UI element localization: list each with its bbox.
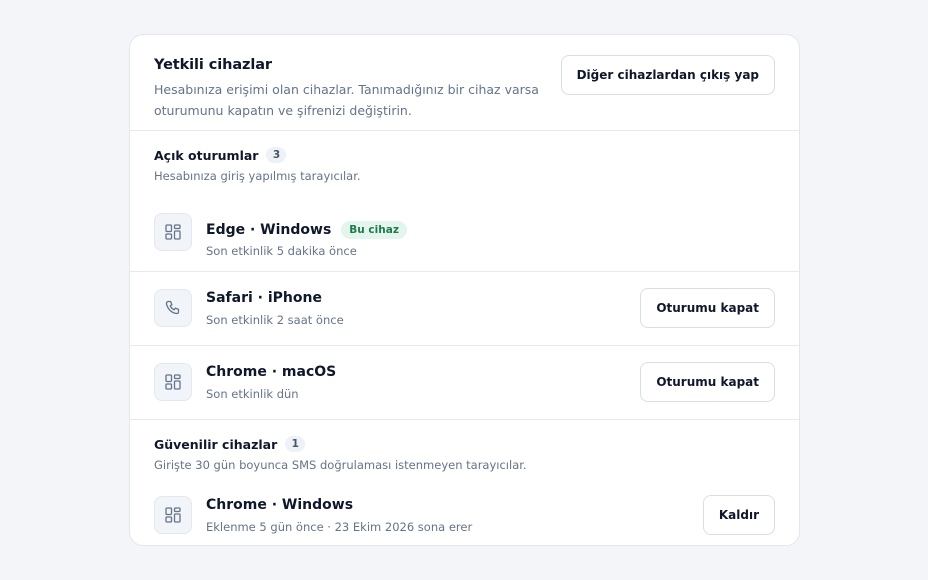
open-sessions-header: Açık oturumlar 3 Hesabınıza giriş yapılm… bbox=[130, 131, 799, 183]
remove-trusted-device-button[interactable]: Kaldır bbox=[702, 495, 775, 535]
trusted-devices-section: Güvenilir cihazlar 1 Girişte 30 gün boyu… bbox=[130, 419, 799, 545]
phone-icon bbox=[154, 289, 192, 327]
session-activity: Son etkinlik 5 dakika önce bbox=[206, 244, 357, 258]
grid-icon bbox=[154, 496, 192, 534]
trusted-devices-title: Güvenilir cihazlar bbox=[154, 436, 278, 452]
page-description: Hesabınıza erişimi olan cihazlar. Tanıma… bbox=[154, 82, 539, 118]
session-row-safari-iphone: Safari · iPhone Son etkinlik 2 saat önce… bbox=[130, 271, 799, 345]
session-activity: Son etkinlik 2 saat önce bbox=[206, 313, 344, 327]
signout-other-devices-button[interactable]: Diğer cihazlardan çıkış yap bbox=[560, 55, 775, 95]
session-row-edge-windows: Edge · Windows Bu cihaz Son etkinlik 5 d… bbox=[130, 183, 799, 271]
current-device-badge: Bu cihaz bbox=[341, 221, 407, 239]
session-activity: Son etkinlik dün bbox=[206, 387, 299, 401]
trusted-devices-header: Güvenilir cihazlar 1 Girişte 30 gün boyu… bbox=[130, 420, 799, 472]
trusted-device-name: Chrome · Windows bbox=[206, 497, 354, 513]
trusted-devices-subtitle: Girişte 30 gün boyunca SMS doğrulaması i… bbox=[154, 458, 527, 472]
session-row-chrome-macos: Chrome · macOS Son etkinlik dün Oturumu … bbox=[130, 345, 799, 419]
grid-icon bbox=[154, 363, 192, 401]
session-name: Edge · Windows bbox=[206, 222, 332, 238]
trusted-device-activity: Eklenme 5 gün önce · 23 Ekim 2026 sona e… bbox=[206, 520, 473, 534]
open-sessions-title: Açık oturumlar bbox=[154, 147, 259, 163]
trusted-device-row-chrome-windows: Chrome · Windows Eklenme 5 gün önce · 23… bbox=[130, 472, 799, 545]
session-name: Chrome · macOS bbox=[206, 364, 337, 380]
open-sessions-subtitle: Hesabınıza giriş yapılmış tarayıcılar. bbox=[154, 169, 361, 183]
end-session-button[interactable]: Oturumu kapat bbox=[640, 362, 775, 402]
grid-icon bbox=[154, 213, 192, 251]
session-name: Safari · iPhone bbox=[206, 290, 322, 306]
open-sessions-count: 3 bbox=[266, 147, 287, 163]
card-header: Yetkili cihazlar Hesabınıza erişimi olan… bbox=[130, 35, 799, 131]
end-session-button[interactable]: Oturumu kapat bbox=[640, 288, 775, 328]
trusted-devices-count: 1 bbox=[285, 436, 306, 452]
authorized-devices-card: Yetkili cihazlar Hesabınıza erişimi olan… bbox=[129, 34, 800, 546]
